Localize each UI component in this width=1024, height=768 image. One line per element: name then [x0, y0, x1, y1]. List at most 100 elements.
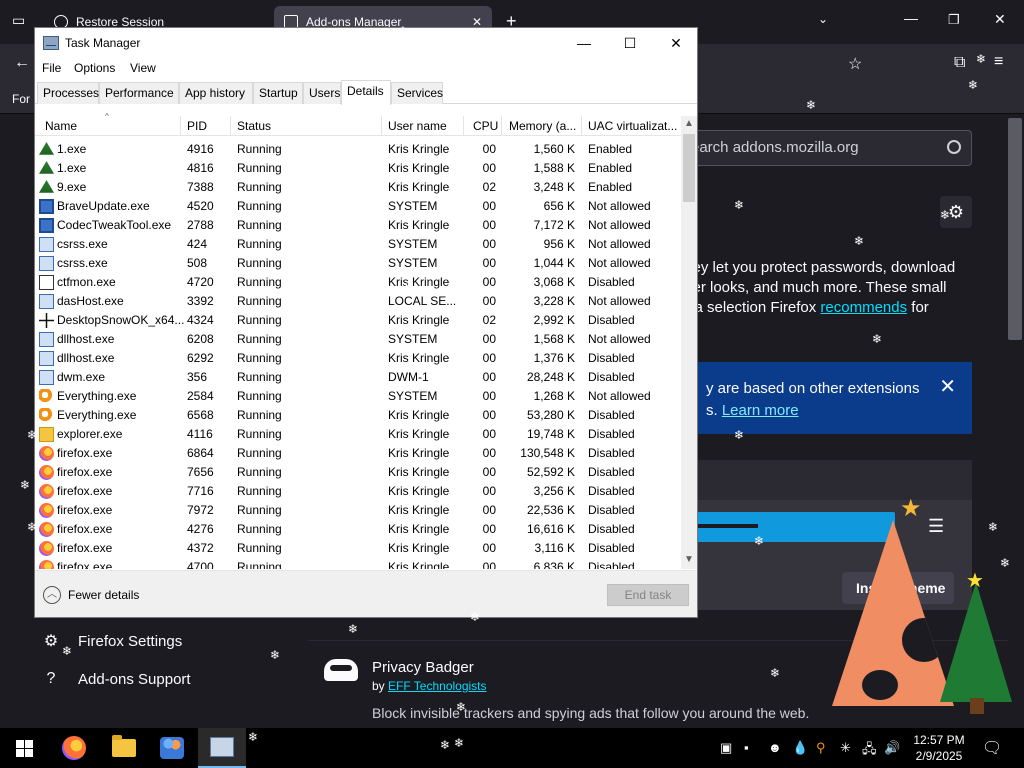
process-status: Running	[237, 237, 282, 251]
process-row[interactable]: firefox.exe 7972 Running Kris Kringle 00 22,5…	[35, 501, 681, 520]
menu-view[interactable]: View	[130, 61, 156, 75]
process-row[interactable]: dllhost.exe 6208 Running SYSTEM 00 1,568 K Not…	[35, 330, 681, 349]
process-name: dllhost.exe	[57, 332, 115, 346]
theme-preview-bar	[690, 512, 895, 542]
process-name: firefox.exe	[57, 465, 113, 479]
process-row[interactable]: ctfmon.exe 4720 Running Kris Kringle 00 3,068…	[35, 273, 681, 292]
tab-strip: Processes Performance App history Startu…	[35, 80, 697, 105]
scroll-up-icon[interactable]: ▲	[681, 118, 697, 129]
tray-people-icon[interactable]: ☻	[768, 740, 782, 755]
tab-processes[interactable]: Processes	[37, 82, 99, 104]
page-scrollbar[interactable]	[1008, 118, 1022, 340]
process-row[interactable]: BraveUpdate.exe 4520 Running SYSTEM 00 656 K N…	[35, 197, 681, 216]
notification-icon[interactable]: 🗨	[982, 738, 1002, 758]
process-ff-icon	[39, 560, 54, 569]
taskbar-people-app[interactable]	[148, 728, 196, 768]
col-memory[interactable]: Memory (a...	[509, 119, 579, 133]
process-row[interactable]: dasHost.exe 3392 Running LOCAL SE... 00 3,228…	[35, 292, 681, 311]
process-row[interactable]: Everything.exe 2584 Running SYSTEM 00 1,268 K…	[35, 387, 681, 406]
col-status[interactable]: Status	[237, 119, 357, 133]
tab-services[interactable]: Services	[391, 82, 443, 104]
tray-app-icon[interactable]: ▣	[720, 740, 732, 756]
process-row[interactable]: dllhost.exe 6292 Running Kris Kringle 00 1,37…	[35, 349, 681, 368]
scroll-down-icon[interactable]: ▼	[681, 554, 697, 565]
minimize-button[interactable]: —	[561, 28, 607, 58]
col-name[interactable]: Name	[45, 119, 175, 133]
scroll-thumb[interactable]	[683, 134, 695, 202]
process-cpu: 00	[482, 541, 496, 555]
addon-name[interactable]: Privacy Badger	[372, 659, 474, 676]
col-pid[interactable]: PID	[187, 119, 227, 133]
col-cpu[interactable]: CPU	[473, 119, 499, 133]
restore-button[interactable]: ❐	[948, 12, 960, 28]
process-row[interactable]: firefox.exe 6864 Running Kris Kringle 00 130,…	[35, 444, 681, 463]
author-link[interactable]: EFF Technologists	[388, 679, 487, 693]
close-button[interactable]: ✕	[994, 11, 1006, 28]
tab-app-history[interactable]: App history	[179, 82, 253, 104]
col-user[interactable]: User name	[388, 119, 458, 133]
process-row[interactable]: firefox.exe 4276 Running Kris Kringle 00 16,6…	[35, 520, 681, 539]
process-row[interactable]: 1.exe 4816 Running Kris Kringle 00 1,588 K Ena…	[35, 159, 681, 178]
process-row[interactable]: CodecTweakTool.exe 2788 Running Kris Kringl…	[35, 216, 681, 235]
menu-options[interactable]: Options	[74, 61, 115, 75]
clock[interactable]: 12:57 PM 2/9/2025	[904, 732, 974, 764]
addons-support-link[interactable]: ? Add-ons Support	[40, 660, 191, 698]
tray-blue-icon[interactable]: ▪	[744, 740, 749, 755]
process-row[interactable]: DesktopSnowOK_x64... 4324 Running Kris Krin…	[35, 311, 681, 330]
process-row[interactable]: firefox.exe 4372 Running Kris Kringle 00 3,11…	[35, 539, 681, 558]
tray-search-icon[interactable]: ⚲	[816, 740, 826, 756]
tab-performance[interactable]: Performance	[99, 82, 179, 104]
recommends-link[interactable]: recommends	[820, 299, 907, 316]
process-uac: Disabled	[588, 427, 635, 441]
addons-search-input[interactable]: earch addons.mozilla.org	[672, 130, 972, 166]
process-uac: Not allowed	[588, 332, 651, 346]
process-cpu: 00	[482, 446, 496, 460]
process-row[interactable]: 9.exe 7388 Running Kris Kringle 02 3,248 K Ena…	[35, 178, 681, 197]
gear-icon[interactable]: ⚙	[940, 196, 972, 228]
tab-details[interactable]: Details	[341, 80, 391, 105]
extensions-icon[interactable]: ⧉	[954, 54, 965, 72]
process-row[interactable]: csrss.exe 508 Running SYSTEM 00 1,044 K Not al…	[35, 254, 681, 273]
chevron-down-icon[interactable]: ⌄	[818, 12, 828, 26]
bookmark-star-icon[interactable]: ☆	[848, 54, 862, 74]
tab-startup[interactable]: Startup	[253, 82, 303, 104]
process-row[interactable]: explorer.exe 4116 Running Kris Kringle 00 19,…	[35, 425, 681, 444]
start-button[interactable]	[0, 728, 48, 768]
close-icon[interactable]: ✕	[939, 376, 956, 398]
taskbar-task-manager[interactable]	[198, 728, 246, 768]
menu-icon[interactable]: ☰	[928, 516, 944, 537]
process-row[interactable]: 1.exe 4916 Running Kris Kringle 00 1,560 K Ena…	[35, 140, 681, 159]
minimize-button[interactable]: —	[904, 10, 918, 26]
search-icon[interactable]	[947, 140, 961, 154]
menu-icon[interactable]: ≡	[994, 53, 1003, 71]
bookmark-item[interactable]: For	[12, 92, 30, 106]
tab-list-icon[interactable]: ▭	[12, 12, 25, 29]
process-row[interactable]: firefox.exe 7656 Running Kris Kringle 00 52,5…	[35, 463, 681, 482]
firefox-settings-link[interactable]: ⚙ Firefox Settings	[40, 622, 191, 660]
task-manager-titlebar[interactable]: Task Manager — ☐ ✕	[35, 28, 697, 58]
learn-more-link[interactable]: Learn more	[722, 402, 799, 419]
close-button[interactable]: ✕	[653, 28, 697, 58]
process-list-scrollbar[interactable]: ▲ ▼	[681, 116, 697, 569]
process-row[interactable]: dwm.exe 356 Running DWM-1 00 28,248 K Disabled	[35, 368, 681, 387]
network-icon[interactable]: 🖧	[862, 740, 877, 762]
col-uac[interactable]: UAC virtualizat...	[588, 119, 680, 133]
tray-drop-icon[interactable]: 💧	[792, 740, 808, 756]
process-row[interactable]: Everything.exe 6568 Running Kris Kringle 00 5…	[35, 406, 681, 425]
taskbar-firefox[interactable]	[50, 728, 98, 768]
process-row[interactable]: firefox.exe 4700 Running Kris Kringle 00 6,83…	[35, 558, 681, 569]
process-app-icon	[39, 199, 54, 214]
chevron-up-icon[interactable]: ︿	[43, 586, 61, 604]
back-icon[interactable]: ←	[14, 54, 30, 72]
menu-file[interactable]: File	[42, 61, 61, 75]
process-row[interactable]: firefox.exe 7716 Running Kris Kringle 00 3,25…	[35, 482, 681, 501]
taskbar-file-explorer[interactable]	[100, 728, 148, 768]
maximize-button[interactable]: ☐	[607, 28, 653, 58]
volume-icon[interactable]: 🔊	[884, 740, 900, 756]
process-row[interactable]: csrss.exe 424 Running SYSTEM 00 956 K Not allo…	[35, 235, 681, 254]
end-task-button[interactable]: End task	[607, 584, 689, 606]
tab-users[interactable]: Users	[303, 82, 341, 104]
fewer-details-link[interactable]: Fewer details	[68, 588, 139, 602]
process-uac: Not allowed	[588, 389, 651, 403]
tray-snow-icon[interactable]: ✳	[840, 740, 851, 756]
